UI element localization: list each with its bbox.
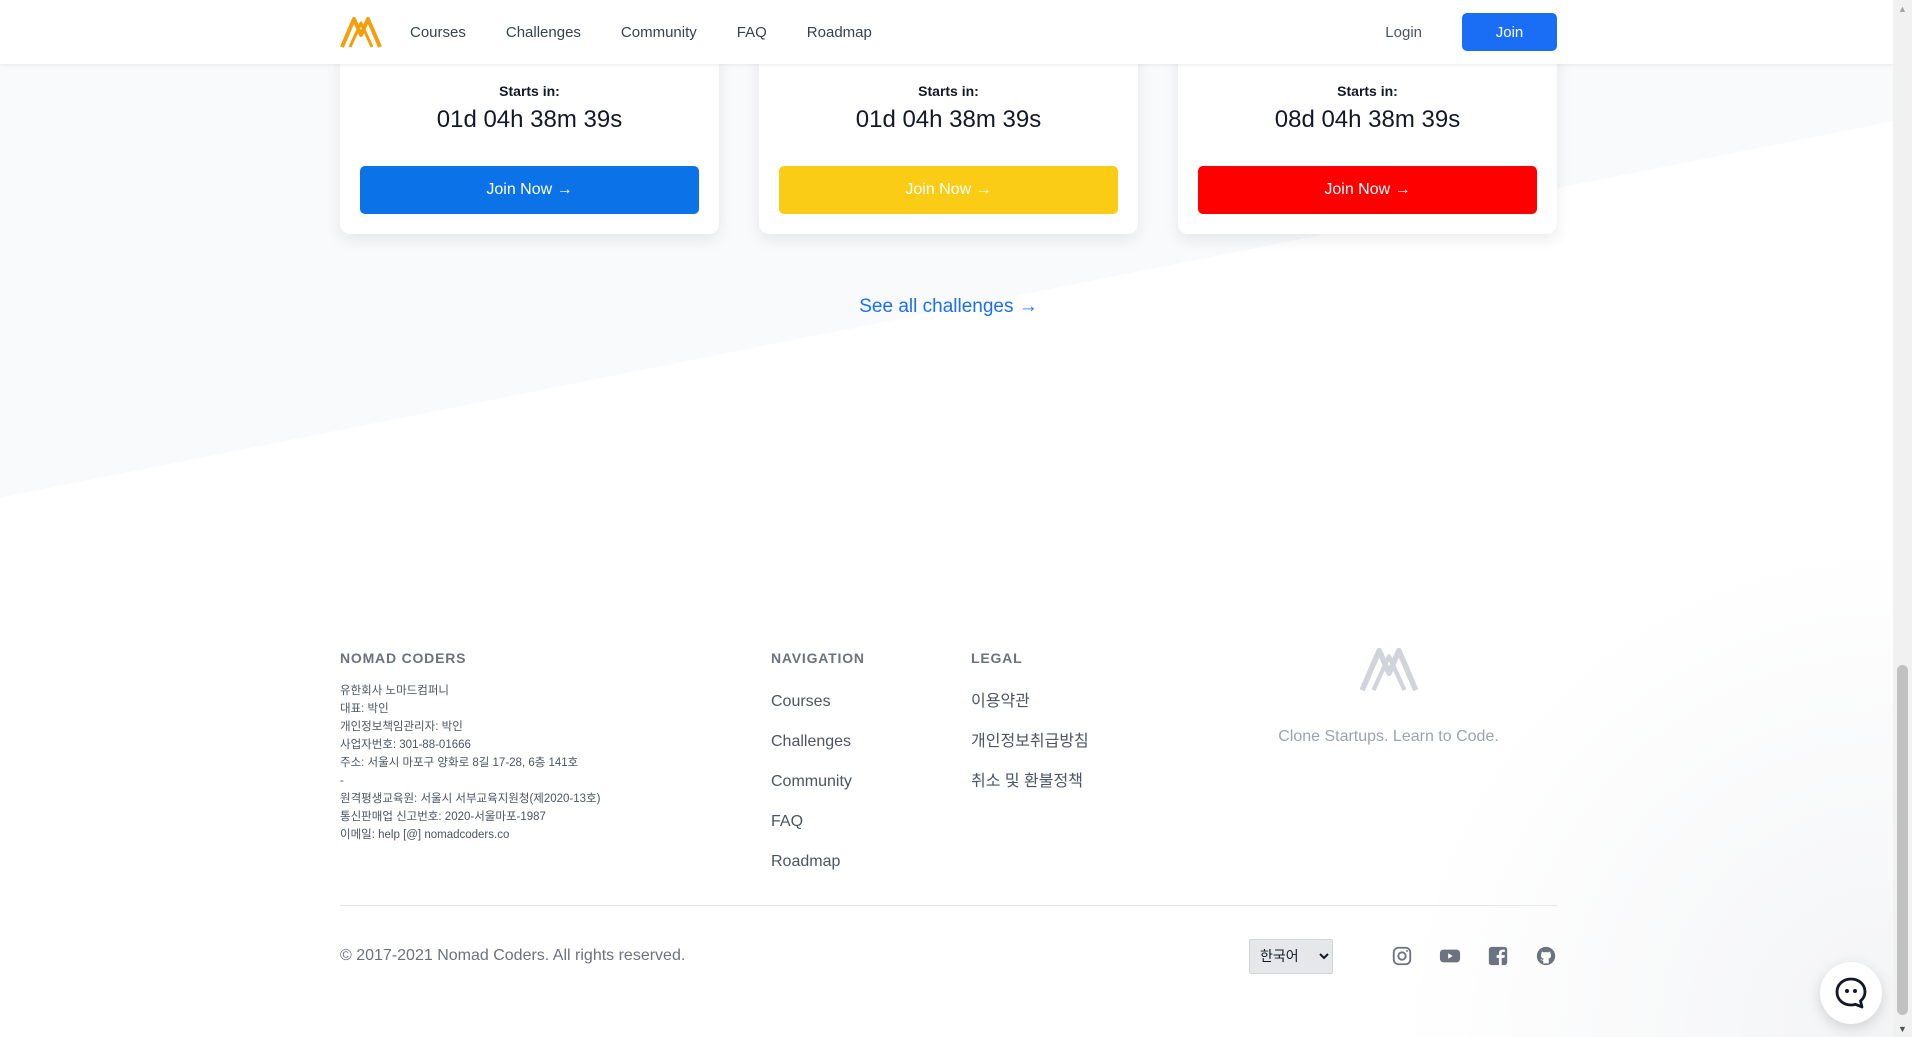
site-header: Courses Challenges Community FAQ Roadmap… <box>0 0 1893 64</box>
join-now-button[interactable]: Join Now → <box>779 166 1118 214</box>
instagram-icon[interactable] <box>1391 945 1413 967</box>
footer-link-terms[interactable]: 이용약관 <box>971 682 1089 722</box>
nav-faq[interactable]: FAQ <box>737 24 767 41</box>
logo-link[interactable] <box>340 15 382 49</box>
join-now-button[interactable]: Join Now → <box>360 166 699 214</box>
footer-company: NOMAD CODERS 유한회사 노마드컴퍼니 대표: 박인 개인정보책임관리… <box>340 650 720 844</box>
nomad-logo-icon <box>340 17 382 48</box>
countdown-timer: 08d 04h 38m 39s <box>1274 106 1461 133</box>
company-info-line: 유한회사 노마드컴퍼니 <box>340 685 449 697</box>
footer-link-faq[interactable]: FAQ <box>771 802 865 842</box>
nomad-logo-gray-icon <box>1359 647 1418 692</box>
navigation-title: NAVIGATION <box>771 650 865 666</box>
footer-legal: LEGAL 이용약관 개인정보취급방침 취소 및 환불정책 <box>971 650 1089 802</box>
company-info-line: 사업자번호: 301-88-01666 <box>340 739 471 751</box>
language-select[interactable]: 한국어 <box>1249 938 1333 974</box>
join-button[interactable]: Join <box>1462 13 1557 51</box>
countdown-timer: 01d 04h 38m 39s <box>855 106 1042 133</box>
footer-divider <box>340 905 1557 906</box>
company-info-line: 대표: 박인 <box>340 703 389 715</box>
page-scrollbar[interactable]: ▲ ▼ <box>1893 0 1912 1037</box>
footer-navigation: NAVIGATION Courses Challenges Community … <box>771 650 865 882</box>
footer-bottom: © 2017-2021 Nomad Coders. All rights res… <box>340 938 1557 974</box>
chat-widget-button[interactable] <box>1820 962 1882 1024</box>
scroll-down-arrow-icon[interactable]: ▼ <box>1893 1020 1912 1037</box>
copyright: © 2017-2021 Nomad Coders. All rights res… <box>340 947 686 964</box>
navigation-links: Courses Challenges Community FAQ Roadmap <box>771 682 865 882</box>
facebook-icon[interactable] <box>1487 945 1509 967</box>
legal-links: 이용약관 개인정보취급방침 취소 및 환불정책 <box>971 682 1089 802</box>
company-info-line: 통신판매업 신고번호: 2020-서울마포-1987 <box>340 811 546 823</box>
login-link[interactable]: Login <box>1385 24 1422 41</box>
tagline: Clone Startups. Learn to Code. <box>1278 728 1499 745</box>
main-nav: Courses Challenges Community FAQ Roadmap <box>410 24 872 41</box>
see-all-wrapper: See all challenges → <box>340 296 1557 318</box>
nav-community[interactable]: Community <box>621 24 697 41</box>
company-info-line: - <box>340 775 344 787</box>
footer-link-courses[interactable]: Courses <box>771 682 865 722</box>
company-info-line: 개인정보책임관리자: 박인 <box>340 721 463 733</box>
chat-icon <box>1835 977 1867 1009</box>
company-info-line: 원격평생교육원: 서울시 서부교육지원청(제2020-13호) <box>340 793 601 805</box>
footer-link-community[interactable]: Community <box>771 762 865 802</box>
header-inner: Courses Challenges Community FAQ Roadmap… <box>340 0 1557 64</box>
nav-roadmap[interactable]: Roadmap <box>807 24 872 41</box>
nav-courses[interactable]: Courses <box>410 24 466 41</box>
footer-link-roadmap[interactable]: Roadmap <box>771 842 865 882</box>
countdown-timer: 01d 04h 38m 39s <box>436 106 623 133</box>
footer-link-challenges[interactable]: Challenges <box>771 722 865 762</box>
youtube-icon[interactable] <box>1439 945 1461 967</box>
social-links <box>1391 945 1557 967</box>
join-now-button[interactable]: Join Now → <box>1198 166 1537 214</box>
starts-in-label: Starts in: <box>499 83 560 99</box>
nav-challenges[interactable]: Challenges <box>506 24 581 41</box>
company-info-line: 주소: 서울시 마포구 양화로 8길 17-28, 6층 141호 <box>340 757 579 769</box>
see-all-challenges-link[interactable]: See all challenges → <box>859 296 1038 317</box>
company-title: NOMAD CODERS <box>340 650 467 666</box>
legal-title: LEGAL <box>971 650 1023 666</box>
footer-link-privacy[interactable]: 개인정보취급방침 <box>971 722 1089 762</box>
company-info: 유한회사 노마드컴퍼니 대표: 박인 개인정보책임관리자: 박인 사업자번호: … <box>340 682 720 844</box>
github-icon[interactable] <box>1535 945 1557 967</box>
footer-brand: Clone Startups. Learn to Code. <box>1220 645 1557 746</box>
header-actions: Login Join <box>1385 13 1557 51</box>
footer-link-refund[interactable]: 취소 및 환불정책 <box>971 762 1089 802</box>
scroll-up-arrow-icon[interactable]: ▲ <box>1893 0 1912 17</box>
company-info-line: 이메일: help [@] nomadcoders.co <box>340 829 510 841</box>
starts-in-label: Starts in: <box>1337 83 1398 99</box>
starts-in-label: Starts in: <box>918 83 979 99</box>
scroll-thumb[interactable] <box>1897 665 1908 1015</box>
